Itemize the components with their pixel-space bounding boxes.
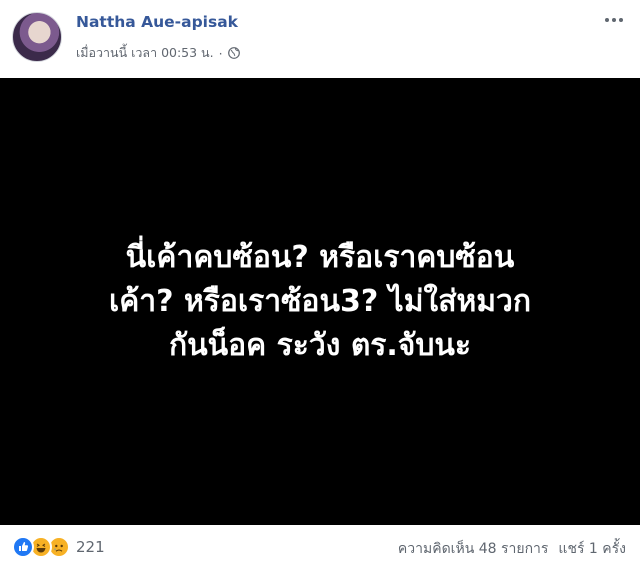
image-text-line: นี่เค้าคบซ้อน? หรือเราคบซ้อน <box>125 239 515 275</box>
reactions-summary[interactable]: 221 <box>12 536 105 558</box>
post-image-text: นี่เค้าคบซ้อน? หรือเราคบซ้อน เค้า? หรือเ… <box>40 236 600 368</box>
more-options-icon[interactable] <box>602 10 626 30</box>
like-icon <box>12 536 34 558</box>
avatar[interactable] <box>12 12 62 62</box>
post-meta: เมื่อวานนี้ เวลา 00:53 น. · <box>76 43 240 63</box>
engagement-stats: ความคิดเห็น 48 รายการ แชร์ 1 ครั้ง <box>398 538 626 560</box>
meta-separator: · <box>218 45 223 61</box>
author-name[interactable]: Nattha Aue-apisak <box>76 13 238 31</box>
image-text-line: กันน็อค ระวัง ตร.จับนะ <box>168 327 472 363</box>
globe-icon[interactable] <box>227 47 240 59</box>
shares-count-link[interactable]: แชร์ 1 ครั้ง <box>558 538 626 560</box>
post-footer: 221 ความคิดเห็น 48 รายการ แชร์ 1 ครั้ง <box>0 525 640 571</box>
image-text-line: เค้า? หรือเราซ้อน3? ไม่ใส่หมวก <box>108 283 532 319</box>
post-timestamp[interactable]: เมื่อวานนี้ เวลา 00:53 น. <box>76 43 214 63</box>
reaction-count: 221 <box>76 538 105 556</box>
post-image[interactable]: นี่เค้าคบซ้อน? หรือเราคบซ้อน เค้า? หรือเ… <box>0 78 640 525</box>
comments-count-link[interactable]: ความคิดเห็น 48 รายการ <box>398 538 549 560</box>
post-header: Nattha Aue-apisak เมื่อวานนี้ เวลา 00:53… <box>0 0 640 78</box>
